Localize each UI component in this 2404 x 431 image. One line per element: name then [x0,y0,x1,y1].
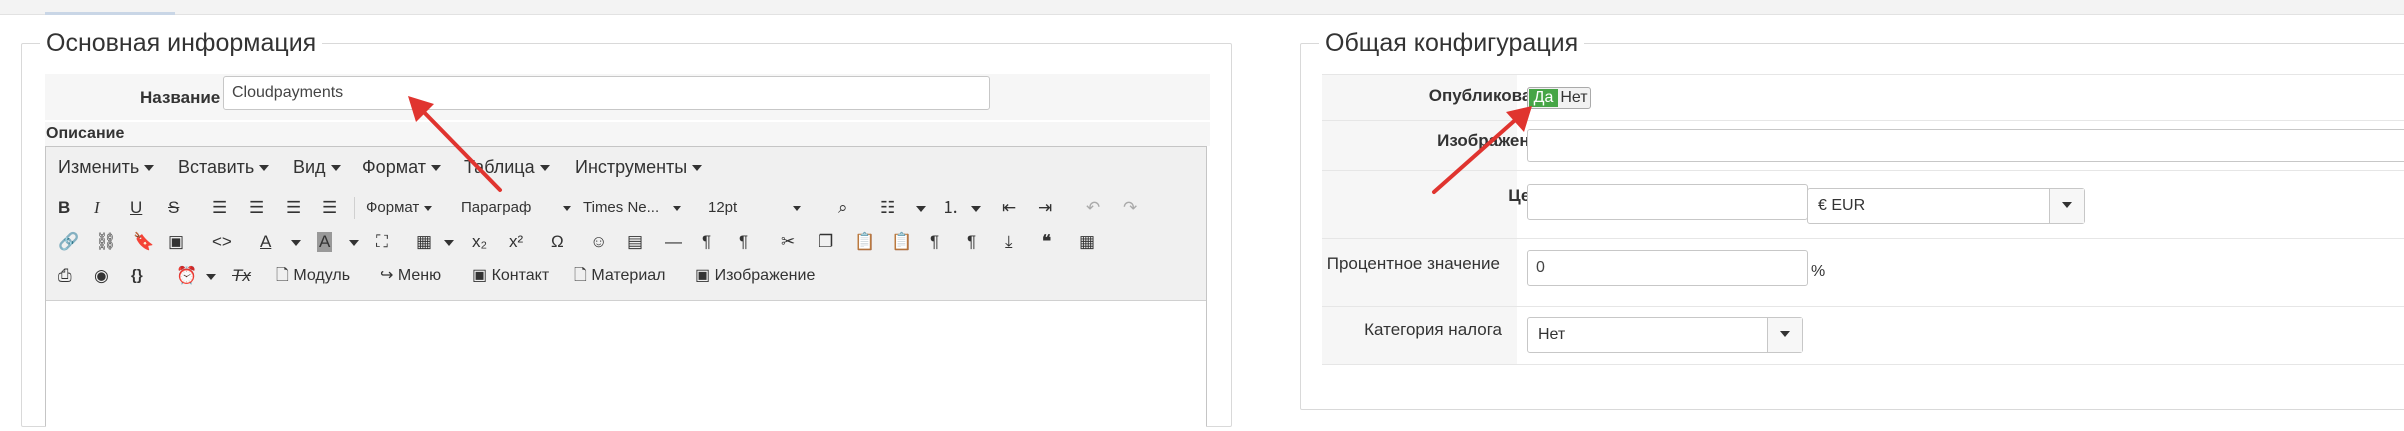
active-tab-indicator [45,12,175,15]
find-icon[interactable]: ⌕ [838,198,848,218]
text-color-icon[interactable]: A [260,232,271,252]
anchor-icon[interactable]: 🔖 [133,232,154,252]
omega-icon[interactable]: Ω [551,232,564,252]
background-color-caret-icon[interactable] [349,240,359,246]
editor-content-area[interactable] [46,301,1206,431]
table-icon[interactable]: ▦ [416,232,432,252]
percent-label: Процентное значение [1326,254,1500,273]
description-row [45,122,1210,146]
toolbar-separator [354,197,355,219]
material-button[interactable]: 🗋 Материал [574,266,665,286]
menu-tools[interactable]: Инструменты [575,157,703,178]
editor-menubar: Изменить Вставить Вид Формат Таблица Инс… [46,147,1206,188]
currency-value: € EUR [1818,197,1866,214]
module-button[interactable]: 🗋 Модуль [276,266,350,286]
bullet-list-icon[interactable]: ☷ [880,198,895,218]
horizontal-rule-icon[interactable]: — [665,232,682,252]
link-icon[interactable]: 🔗 [58,232,79,252]
name-label: Название [140,88,221,107]
ltr-icon[interactable]: ¶ [702,232,711,252]
bold-icon[interactable]: B [58,198,70,218]
underline-icon[interactable]: U [130,198,142,218]
published-no-option[interactable]: Нет [1559,89,1589,107]
font-size-dropdown[interactable]: 12pt [708,198,802,218]
emoticon-icon[interactable]: ☺ [590,232,607,252]
code-sample-icon[interactable]: {} [131,266,143,286]
tax-category-label: Категория налога [1364,320,1502,339]
table-caret-icon[interactable] [444,240,454,246]
blockquote-icon[interactable]: ❝ [1042,232,1051,252]
paste-icon[interactable]: 📋 [854,232,875,252]
fullscreen-icon[interactable]: ⛶ [376,232,388,252]
superscript-icon[interactable]: x² [509,232,523,252]
chevron-down-icon [1780,331,1790,337]
italic-icon[interactable]: I [94,198,100,218]
align-right-icon[interactable]: ☰ [286,198,301,218]
insert-file-icon[interactable]: ⤓ [1005,232,1013,252]
align-center-icon[interactable]: ☰ [249,198,264,218]
redo-icon[interactable]: ↷ [1123,198,1137,218]
background-color-icon[interactable]: A [317,232,333,252]
unlink-icon[interactable]: ⛓ [95,232,117,252]
row-divider [1322,238,2404,239]
images-input[interactable] [1527,129,2404,162]
row-divider [1322,74,2404,75]
paragraph-dropdown[interactable]: Параграф [461,198,572,218]
price-input[interactable] [1527,184,1808,220]
name-input[interactable]: Cloudpayments [223,76,990,110]
main-info-legend: Основная информация [46,29,317,57]
menu-insert[interactable]: Вставить [178,157,270,178]
bullet-list-caret-icon[interactable] [916,206,926,212]
strikethrough-icon[interactable]: S [168,198,179,218]
outdent-icon[interactable]: ⇤ [1002,198,1016,218]
cut-icon[interactable]: ✂ [781,232,795,252]
paragraph-icon[interactable]: ¶ [930,232,939,252]
currency-select[interactable]: € EUR [1807,188,2085,224]
align-justify-icon[interactable]: ☰ [322,198,337,218]
tax-category-select[interactable]: Нет [1527,317,1803,353]
menu-edit[interactable]: Изменить [58,157,155,178]
currency-dropdown-button[interactable] [2049,189,2084,223]
print-icon[interactable]: ⎙ [58,266,72,286]
rich-text-editor: Изменить Вставить Вид Формат Таблица Инс… [45,146,1207,431]
font-family-dropdown[interactable]: Times Ne... [583,198,682,218]
top-bar [0,0,2404,15]
clock-icon[interactable]: ⏰ [176,266,197,286]
align-left-icon[interactable]: ☰ [212,198,227,218]
image-icon[interactable]: ▣ [168,232,184,252]
blocks-icon[interactable]: ¶ [967,232,976,252]
annotation-arrow-name [408,96,502,192]
subscript-icon[interactable]: x₂ [472,232,487,252]
indent-icon[interactable]: ⇥ [1038,198,1052,218]
media-icon[interactable]: ▤ [627,232,643,252]
editor-toolbar: B I U S ☰ ☰ ☰ ☰ Формат Параграф Times Ne… [46,187,1206,301]
clock-caret-icon[interactable] [206,274,216,280]
description-label: Описание [46,125,125,142]
template-icon[interactable]: ▦ [1079,232,1095,252]
paste-text-icon[interactable]: 📋 [891,232,912,252]
row-divider [1322,306,2404,307]
rtl-icon[interactable]: ¶ [739,232,748,252]
format-dropdown[interactable]: Формат [366,198,433,218]
general-config-legend: Общая конфигурация [1325,29,1579,57]
menu-view[interactable]: Вид [293,157,341,178]
tax-dropdown-button[interactable] [1767,318,1802,352]
percent-sign: % [1811,263,1826,280]
row-divider [1322,364,2404,365]
undo-icon[interactable]: ↶ [1086,198,1100,218]
menu-button[interactable]: ↪ Меню [380,266,441,286]
preview-icon[interactable]: ◉ [94,266,109,286]
percent-input[interactable]: 0 [1527,250,1808,286]
numbered-list-caret-icon[interactable] [971,206,981,212]
chevron-down-icon [2062,202,2072,208]
text-color-caret-icon[interactable] [291,240,301,246]
copy-icon[interactable]: ❐ [818,232,833,252]
annotation-arrow-published [1432,106,1532,194]
image-button[interactable]: ▣ Изображение [695,266,815,286]
clear-format-icon[interactable]: Tx [232,266,251,286]
tax-category-value: Нет [1538,326,1566,343]
numbered-list-icon[interactable]: ⒈ [942,198,959,218]
code-icon[interactable]: <> [212,232,232,252]
contact-button[interactable]: ▣ Контакт [472,266,549,286]
